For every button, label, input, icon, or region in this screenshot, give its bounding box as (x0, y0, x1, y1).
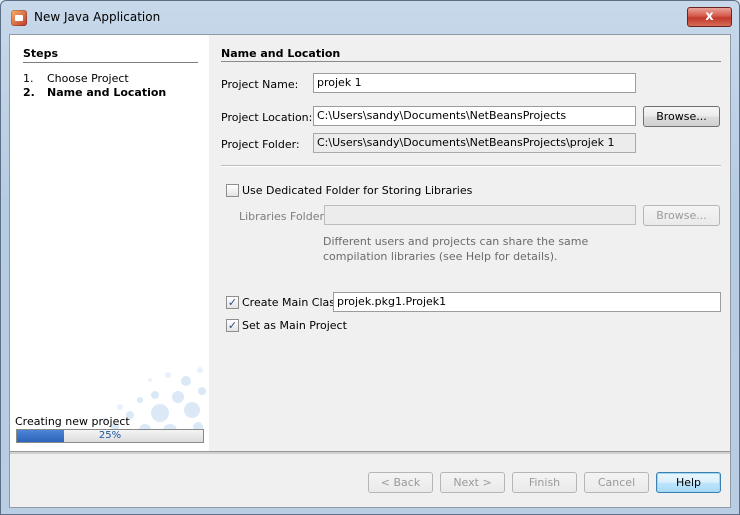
checkbox-check-icon: ✓ (227, 296, 238, 309)
step-label: Choose Project (47, 72, 129, 85)
dialog-body: Steps 1. Choose Project 2. Name and Locati… (9, 34, 731, 508)
browse-location-button[interactable]: Browse... (643, 106, 720, 127)
project-folder-label: Project Folder: (221, 138, 300, 151)
dedicated-folder-label[interactable]: Use Dedicated Folder for Storing Librari… (242, 184, 472, 197)
separator (221, 165, 721, 167)
libraries-folder-input[interactable] (324, 205, 636, 225)
section-divider (221, 61, 721, 62)
dedicated-folder-checkbox[interactable] (226, 184, 239, 197)
section-title: Name and Location (221, 47, 341, 60)
libraries-folder-label: Libraries Folder: (239, 210, 328, 223)
cancel-button[interactable]: Cancel (584, 472, 649, 493)
project-folder-input[interactable]: C:\Users\sandy\Documents\NetBeansProject… (313, 133, 636, 153)
main-class-input[interactable]: projek.pkg1.Projek1 (333, 292, 721, 312)
step-choose-project: 1. Choose Project (23, 72, 129, 85)
finish-button[interactable]: Finish (512, 472, 577, 493)
netbeans-app-icon (11, 10, 27, 26)
progress-label: Creating new project (15, 415, 130, 428)
step-number: 2. (23, 86, 35, 99)
set-main-project-label[interactable]: Set as Main Project (242, 319, 347, 332)
steps-heading: Steps (23, 47, 59, 60)
back-button[interactable]: < Back (368, 472, 433, 493)
name-and-location-panel: Name and Location Project Name: projek 1… (209, 35, 730, 451)
help-button[interactable]: Help (656, 472, 721, 493)
project-name-label: Project Name: (221, 78, 299, 91)
libraries-hint-text: Different users and projects can share t… (323, 235, 589, 263)
title-bar[interactable]: New Java Application x (1, 1, 739, 34)
project-location-input[interactable]: C:\Users\sandy\Documents\NetBeansProject… (313, 106, 636, 126)
next-button[interactable]: Next > (440, 472, 505, 493)
steps-panel: Steps 1. Choose Project 2. Name and Locati… (10, 35, 209, 451)
checkbox-check-icon: ✓ (227, 319, 238, 332)
create-main-class-label[interactable]: Create Main Class (242, 296, 341, 309)
progress-percent-text: 25% (98, 430, 122, 441)
footer-divider (10, 451, 730, 454)
window-title: New Java Application (34, 10, 161, 24)
steps-divider (23, 62, 198, 63)
progress-bar: 25% (16, 429, 204, 443)
step-number: 1. (23, 72, 34, 85)
close-button[interactable]: x (687, 7, 732, 27)
project-location-label: Project Location: (221, 111, 313, 124)
browse-libraries-button[interactable]: Browse... (643, 205, 720, 226)
set-main-project-checkbox[interactable]: ✓ (226, 319, 239, 332)
new-java-application-dialog: New Java Application x Steps 1.Choose P (0, 0, 740, 515)
project-name-input[interactable]: projek 1 (313, 73, 636, 93)
step-name-and-location: 2. Name and Location (23, 86, 166, 99)
create-main-class-checkbox[interactable]: ✓ (226, 296, 239, 309)
step-label: Name and Location (47, 86, 167, 99)
